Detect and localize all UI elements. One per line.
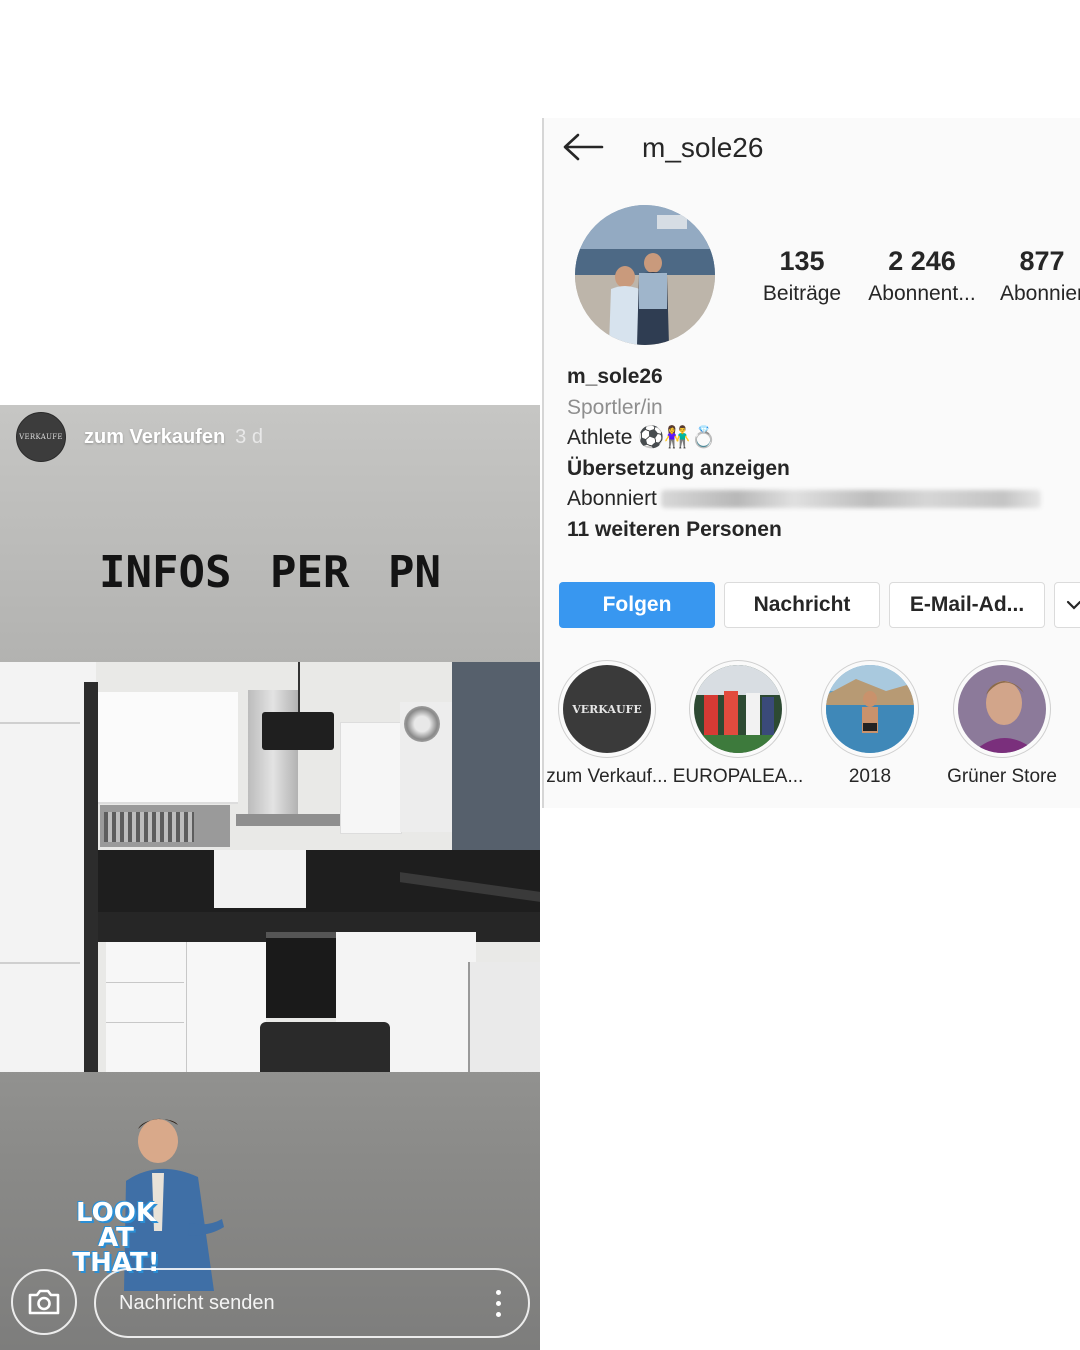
profile-avatar[interactable]	[575, 205, 715, 345]
chevron-down-icon	[1066, 600, 1080, 610]
translate-link[interactable]: Übersetzung anzeigen	[567, 454, 1067, 485]
following-count: 877	[1019, 246, 1065, 276]
posts-label: Beiträge	[762, 282, 842, 305]
profile-bio: m_sole26 Sportler/in Athlete ⚽👫💍 Überset…	[567, 362, 1067, 545]
highlight-label: EUROPALEA...	[672, 766, 804, 787]
bio-category: Sportler/in	[567, 395, 663, 419]
bio-name: m_sole26	[567, 365, 663, 388]
highlight-cover	[958, 665, 1046, 753]
back-arrow-icon[interactable]	[562, 132, 604, 162]
bio-text: Athlete ⚽👫💍	[567, 426, 717, 449]
header-username: m_sole26	[642, 132, 764, 163]
highlight-ring	[821, 660, 919, 758]
profile-screen: m_sole26 135 Beiträge 2 246 Abonnent... …	[542, 118, 1080, 808]
camera-icon	[28, 1289, 60, 1315]
followers-count: 2 246	[888, 246, 956, 276]
highlight-ring	[689, 660, 787, 758]
suggestions-dropdown-button[interactable]	[1054, 582, 1080, 628]
story-header: VERKAUFE zum Verkaufen 3 d	[16, 411, 263, 463]
message-placeholder: Nachricht senden	[119, 1291, 275, 1314]
story-overlay-text: INFOS PER PN	[99, 547, 441, 598]
kitchen-photo	[0, 662, 540, 1072]
highlight-gruener-store[interactable]: Grüner Store	[935, 660, 1069, 788]
more-options-icon[interactable]	[496, 1290, 502, 1318]
highlight-2018[interactable]: 2018	[803, 660, 937, 788]
highlight-europaleague[interactable]: EUROPALEA...	[671, 660, 805, 788]
highlight-zum-verkaufen[interactable]: VERKAUFE zum Verkauf...	[544, 660, 674, 788]
story-viewer: VERKAUFE zum Verkaufen 3 d INFOS PER PN	[0, 405, 540, 1350]
stat-posts[interactable]: 135 Beiträge	[732, 244, 872, 310]
highlight-ring	[953, 660, 1051, 758]
profile-photo	[575, 205, 715, 345]
following-label: Abonnier	[999, 282, 1080, 305]
follow-button[interactable]: Folgen	[559, 582, 715, 628]
sticker-text: LOOK AT THAT!	[56, 1200, 176, 1276]
camera-button[interactable]	[11, 1269, 77, 1335]
story-username[interactable]: zum Verkaufen	[84, 426, 225, 449]
email-button[interactable]: E-Mail-Ad...	[889, 582, 1045, 628]
highlight-label: Grüner Store	[947, 766, 1057, 787]
highlight-label: 2018	[848, 766, 892, 787]
stat-followers[interactable]: 2 246 Abonnent...	[852, 244, 992, 310]
story-avatar[interactable]: VERKAUFE	[16, 412, 66, 462]
story-timestamp: 3 d	[235, 425, 263, 448]
highlight-cover: VERKAUFE	[563, 665, 651, 753]
highlight-ring: VERKAUFE	[558, 660, 656, 758]
followed-by-label: Abonniert	[567, 487, 657, 510]
blurred-names	[660, 490, 1041, 509]
message-input[interactable]: Nachricht senden	[94, 1268, 530, 1338]
followed-by[interactable]: Abonniert	[567, 484, 1067, 515]
followed-by-more[interactable]: 11 weiteren Personen	[567, 515, 1067, 546]
highlight-cover	[694, 665, 782, 753]
highlight-cover	[826, 665, 914, 753]
posts-count: 135	[779, 246, 825, 276]
highlight-label: zum Verkauf...	[546, 766, 668, 787]
stat-following[interactable]: 877 Abonnier	[972, 244, 1080, 310]
message-button[interactable]: Nachricht	[724, 582, 880, 628]
highlight-cover-text: VERKAUFE	[572, 702, 642, 716]
followers-label: Abonnent...	[868, 282, 976, 305]
